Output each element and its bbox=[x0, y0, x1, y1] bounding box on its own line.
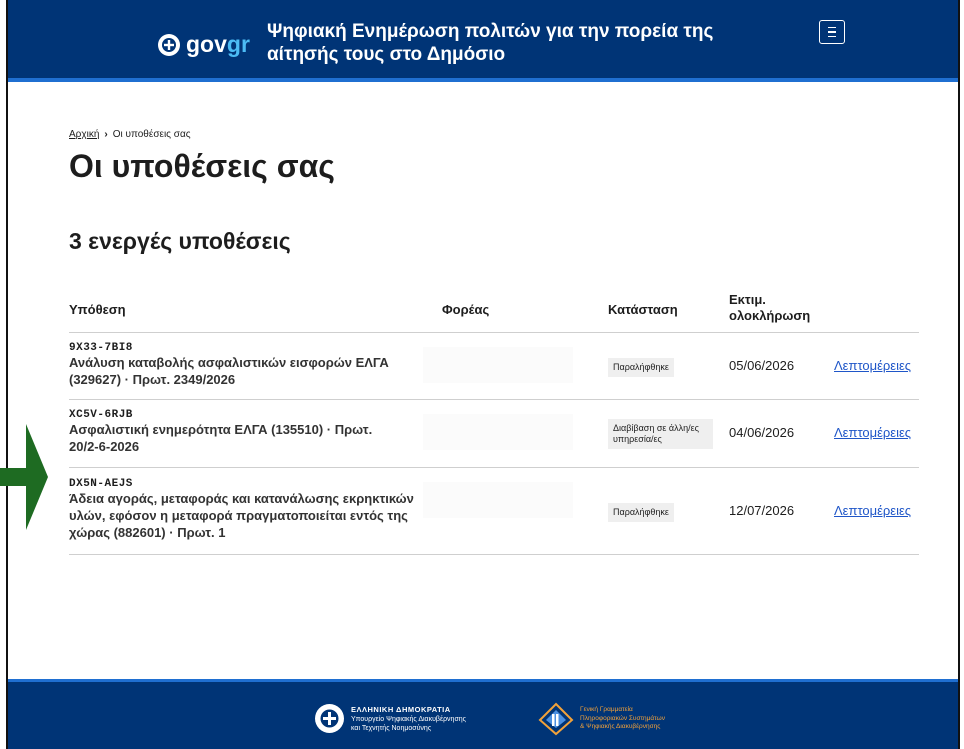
agency-cell bbox=[423, 347, 573, 383]
gsis-text: Γενική Γραμματεία Πληροφοριακών Συστημάτ… bbox=[580, 706, 665, 731]
estimated-date: 05/06/2026 bbox=[729, 358, 795, 373]
greek-crest-icon bbox=[315, 704, 344, 733]
agency-cell bbox=[423, 414, 573, 450]
page-title: Οι υποθέσεις σας bbox=[69, 148, 335, 184]
breadcrumb: Αρχική › Οι υποθέσεις σας bbox=[69, 129, 191, 140]
cases-table: Υπόθεση Φορέας Κατάσταση Εκτιμ. ολοκλήρωσ… bbox=[69, 286, 919, 555]
site-header: govgr Ψηφιακή Ενημέρωση πολιτών για την … bbox=[8, 0, 958, 82]
site-title: Ψηφιακή Ενημέρωση πολιτών για την πορεία… bbox=[267, 21, 714, 65]
breadcrumb-current: Οι υποθέσεις σας bbox=[112, 129, 191, 140]
case-code: XC5V-6RJB bbox=[69, 409, 133, 421]
table-row: XC5V-6RJB Ασφαλιστική ενημερότητα ΕΛΓΑ (… bbox=[69, 400, 919, 468]
estimated-date: 04/06/2026 bbox=[729, 425, 795, 440]
header-status: Κατάσταση bbox=[608, 302, 678, 317]
annotation-arrow-icon bbox=[0, 424, 48, 530]
table-row: 9X33-7BI8 Ανάλυση καταβολής ασφαλιστικών… bbox=[69, 333, 919, 400]
case-cell: DX5N-AEJS Άδεια αγοράς, μεταφοράς και κα… bbox=[69, 478, 429, 541]
active-count-heading: 3 ενεργές υποθέσεις bbox=[69, 228, 291, 254]
table-header: Υπόθεση Φορέας Κατάσταση Εκτιμ. ολοκλήρωσ… bbox=[69, 286, 919, 333]
gsis-emblem-icon bbox=[538, 702, 574, 736]
case-cell: XC5V-6RJB Ασφαλιστική ενημερότητα ΕΛΓΑ (… bbox=[69, 409, 429, 455]
case-cell: 9X33-7BI8 Ανάλυση καταβολής ασφαλιστικών… bbox=[69, 342, 429, 388]
ministry-logo: ΕΛΛΗΝΙΚΗ ΔΗΜΟΚΡΑΤΙΑ Υπουργείο Ψηφιακής Δ… bbox=[315, 704, 466, 733]
menu-button[interactable] bbox=[819, 20, 845, 44]
status-badge: Παραλήφθηκε bbox=[608, 358, 674, 377]
status-badge: Παραλήφθηκε bbox=[608, 503, 674, 522]
govgr-logo[interactable]: govgr bbox=[158, 31, 250, 58]
agency-cell bbox=[423, 482, 573, 518]
greek-emblem-icon bbox=[158, 33, 180, 56]
header-agency: Φορέας bbox=[442, 302, 490, 317]
ministry-text: ΕΛΛΗΝΙΚΗ ΔΗΜΟΚΡΑΤΙΑ Υπουργείο Ψηφιακής Δ… bbox=[351, 704, 467, 732]
case-title: Ασφαλιστική ενημερότητα ΕΛΓΑ (135510) · … bbox=[69, 422, 373, 454]
breadcrumb-home-link[interactable]: Αρχική bbox=[69, 129, 99, 140]
header-estimated-completion: Εκτιμ. ολοκλήρωση bbox=[729, 292, 811, 323]
case-code: 9X33-7BI8 bbox=[69, 342, 133, 354]
case-title: Ανάλυση καταβολής ασφαλιστικών εισφορών … bbox=[69, 355, 389, 387]
gsis-logo: Γενική Γραμματεία Πληροφοριακών Συστημάτ… bbox=[538, 702, 665, 736]
estimated-date: 12/07/2026 bbox=[729, 503, 795, 518]
details-link[interactable]: Λεπτομέρειες bbox=[834, 358, 911, 373]
govgr-wordmark: govgr bbox=[186, 31, 250, 57]
status-badge: Διαβίβαση σε άλλη/ες υπηρεσία/ες bbox=[608, 419, 713, 449]
table-row: DX5N-AEJS Άδεια αγοράς, μεταφοράς και κα… bbox=[69, 468, 919, 555]
details-link[interactable]: Λεπτομέρειες bbox=[834, 425, 911, 440]
case-code: DX5N-AEJS bbox=[69, 478, 133, 490]
header-case: Υπόθεση bbox=[69, 302, 126, 317]
hamburger-icon bbox=[828, 25, 836, 39]
chevron-right-icon: › bbox=[104, 129, 108, 140]
site-footer: ΕΛΛΗΝΙΚΗ ΔΗΜΟΚΡΑΤΙΑ Υπουργείο Ψηφιακής Δ… bbox=[8, 679, 958, 749]
case-title: Άδεια αγοράς, μεταφοράς και κατανάλωσης … bbox=[69, 491, 414, 540]
details-link[interactable]: Λεπτομέρειες bbox=[834, 503, 911, 518]
